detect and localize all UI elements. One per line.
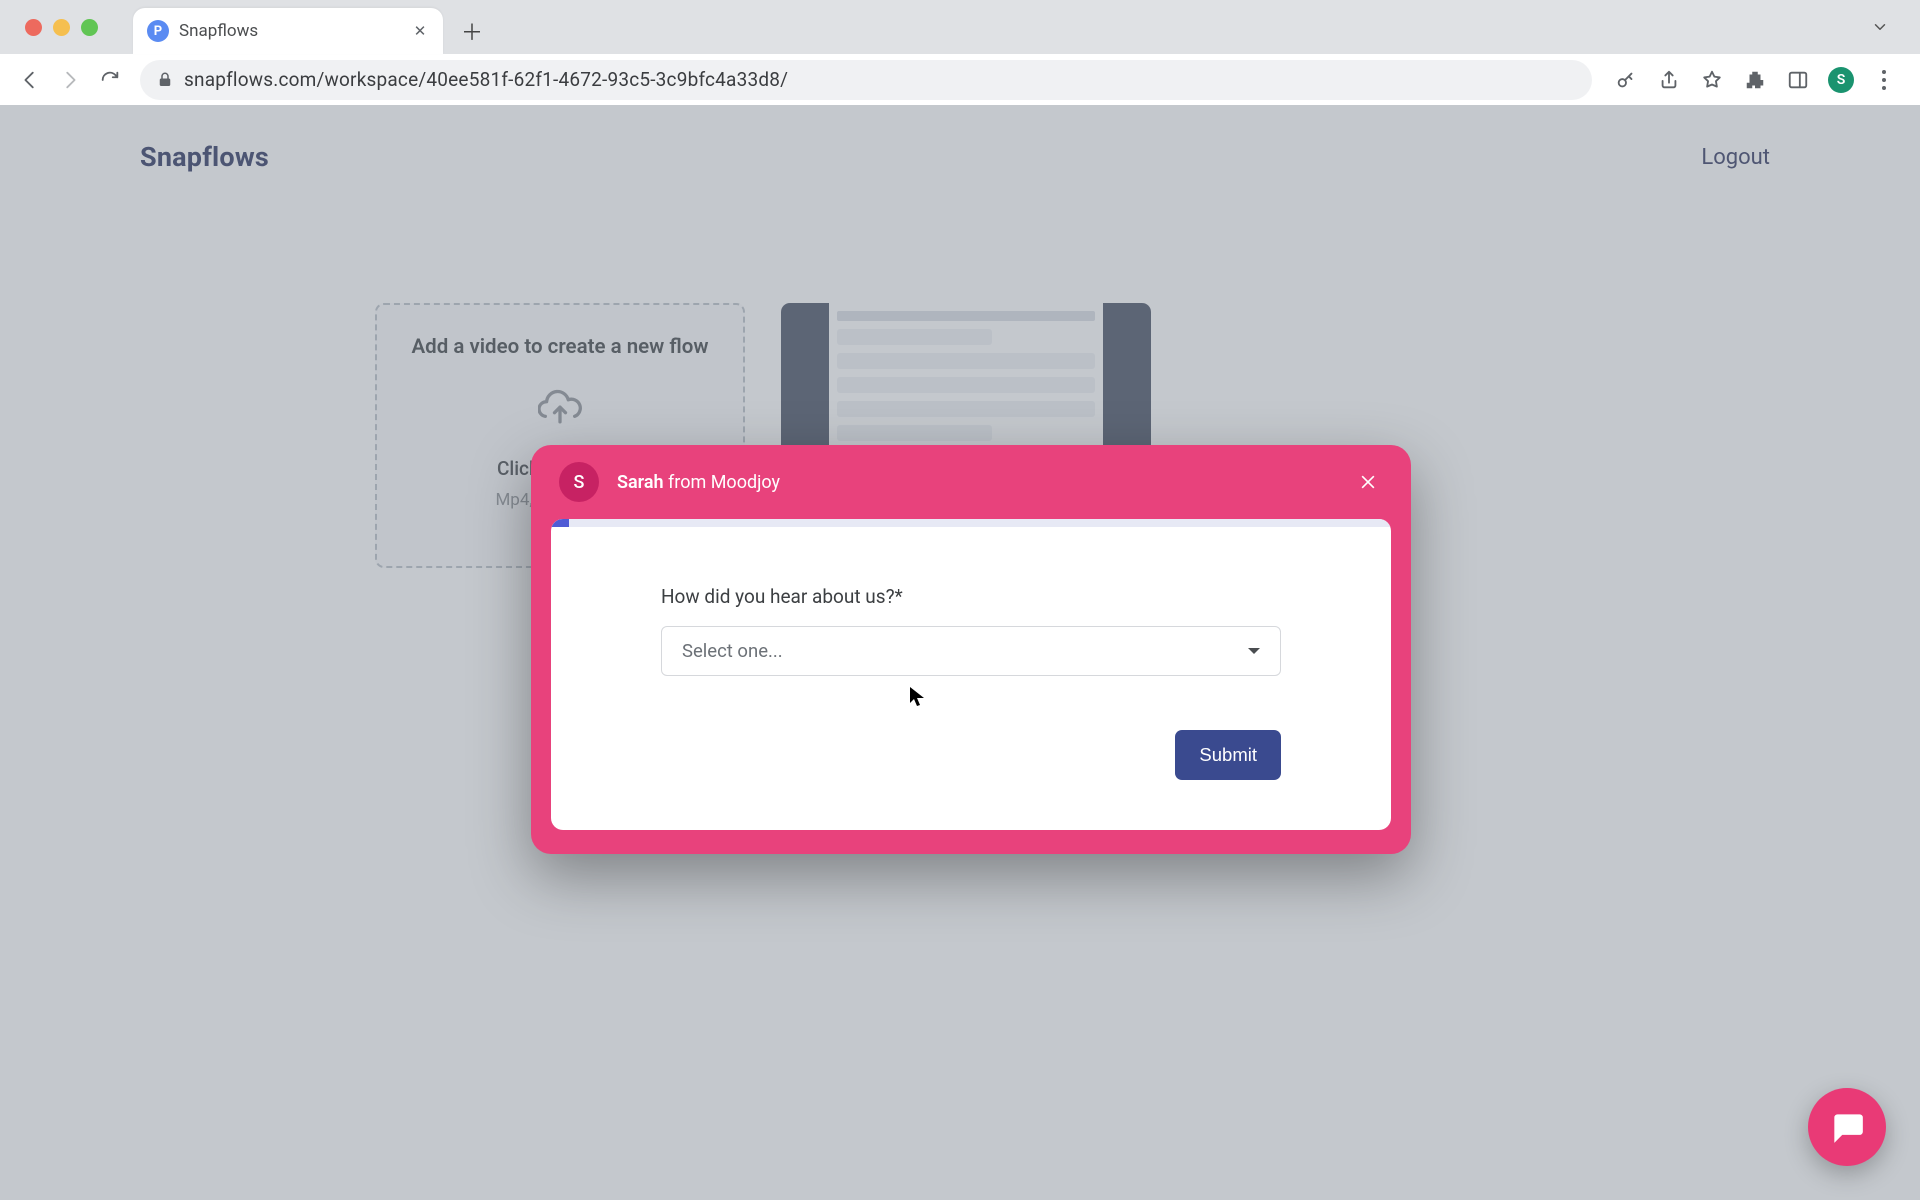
tab-title: Snapflows (179, 21, 401, 41)
lock-icon (156, 71, 174, 89)
extensions-icon[interactable] (1735, 60, 1775, 100)
page: Snapflows Logout Add a video to create a… (0, 105, 1920, 1200)
tab-strip: P Snapflows ✕ ＋ (0, 0, 1920, 54)
modal-body-wrap: How did you hear about us?* Select one..… (531, 519, 1411, 854)
window-maximize-button[interactable] (81, 19, 98, 36)
sender-avatar: S (559, 462, 599, 502)
progress-bar (551, 519, 1391, 527)
new-tab-button[interactable]: ＋ (453, 12, 491, 50)
tabs-dropdown-icon[interactable] (1868, 15, 1892, 39)
url-text: snapflows.com/workspace/40ee581f-62f1-46… (184, 68, 788, 91)
modal-content: How did you hear about us?* Select one..… (551, 527, 1391, 830)
browser-toolbar: snapflows.com/workspace/40ee581f-62f1-46… (0, 54, 1920, 105)
password-key-icon[interactable] (1606, 60, 1646, 100)
chat-launcher-button[interactable] (1808, 1088, 1886, 1166)
profile-avatar[interactable]: S (1821, 60, 1861, 100)
caret-down-icon (1248, 648, 1260, 654)
submit-button[interactable]: Submit (1175, 730, 1281, 780)
sender-from: from Moodjoy (664, 472, 781, 493)
side-panel-icon[interactable] (1778, 60, 1818, 100)
progress-fill (551, 519, 569, 527)
modal-close-button[interactable] (1353, 467, 1383, 497)
select-placeholder: Select one... (682, 640, 783, 662)
modal-body: How did you hear about us?* Select one..… (551, 519, 1391, 830)
nav-reload-button[interactable] (90, 60, 130, 100)
submit-row: Submit (661, 730, 1281, 780)
nav-back-button[interactable] (10, 60, 50, 100)
browser-tab[interactable]: P Snapflows ✕ (133, 8, 443, 54)
bookmark-star-icon[interactable] (1692, 60, 1732, 100)
window-controls (10, 19, 113, 54)
sender-name: Sarah (617, 472, 664, 493)
modal-header: S Sarah from Moodjoy (531, 445, 1411, 519)
nav-forward-button[interactable] (50, 60, 90, 100)
survey-modal: S Sarah from Moodjoy How did you hear ab… (531, 445, 1411, 854)
share-icon[interactable] (1649, 60, 1689, 100)
toolbar-right: S (1606, 60, 1904, 100)
tab-close-icon[interactable]: ✕ (411, 22, 429, 40)
source-select[interactable]: Select one... (661, 626, 1281, 676)
sender-label: Sarah from Moodjoy (617, 472, 780, 493)
browser-menu-icon[interactable] (1864, 60, 1904, 100)
browser-chrome: P Snapflows ✕ ＋ snapflows.com/workspace/… (0, 0, 1920, 105)
window-close-button[interactable] (25, 19, 42, 36)
tab-favicon: P (147, 20, 169, 42)
window-minimize-button[interactable] (53, 19, 70, 36)
question-label: How did you hear about us?* (661, 585, 1281, 608)
address-bar[interactable]: snapflows.com/workspace/40ee581f-62f1-46… (140, 60, 1592, 100)
cursor-indicator (910, 687, 924, 707)
